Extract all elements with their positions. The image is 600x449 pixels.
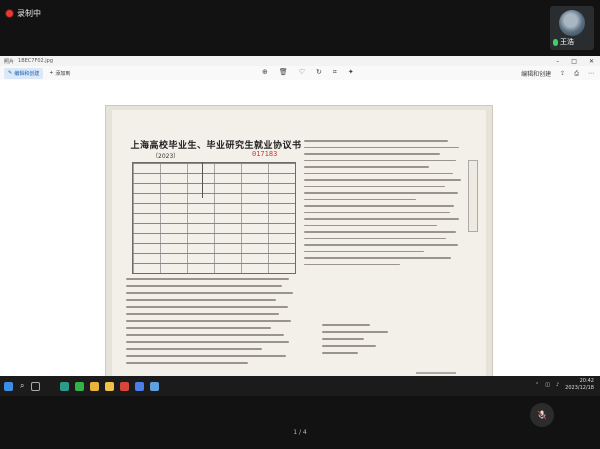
print-icon[interactable]: ⎙ (574, 70, 579, 78)
network-icon[interactable]: ◫ (545, 382, 550, 388)
page-indicator: 1 / 4 (293, 429, 307, 436)
participant-avatar (559, 10, 585, 36)
document-serial-number: 017183 (252, 150, 278, 158)
favorite-icon[interactable]: ♡ (299, 68, 305, 77)
clock[interactable]: 20:42 2023/12/18 (565, 378, 594, 392)
left-clauses-text (126, 278, 296, 369)
add-to-button[interactable]: + 添加到 (49, 70, 70, 77)
recording-indicator: 录制中 (6, 8, 41, 19)
microphone-icon (553, 38, 558, 46)
wechat-icon[interactable] (75, 381, 85, 391)
volume-icon[interactable]: ♪ (556, 382, 559, 388)
image-canvas: 上海高校毕业生、毕业研究生就业协议书 （2023） 017183 (0, 80, 600, 392)
enhance-icon[interactable]: ✦ (348, 68, 354, 77)
participant-video-tile[interactable]: 王浩 (550, 6, 594, 50)
explorer-icon[interactable] (105, 381, 115, 391)
participant-name: 王浩 (560, 38, 574, 46)
task-view-icon[interactable] (31, 381, 41, 391)
document-footer (416, 372, 456, 374)
maximize-icon[interactable]: □ (571, 58, 577, 65)
file-name: 1BEC7F02.jpg (18, 58, 54, 64)
record-dot-icon (6, 10, 13, 17)
clock-date: 2023/12/18 (565, 385, 594, 391)
taskbar: ⌕ ⌃ ◫ ♪ 20:42 2023/12/18 (0, 376, 600, 396)
close-icon[interactable]: ✕ (589, 58, 594, 65)
photos-app-icon[interactable] (150, 381, 160, 391)
edit-create-menu[interactable]: 编辑和创建 (521, 69, 551, 78)
start-icon[interactable] (4, 381, 13, 391)
meeting-app-icon[interactable] (135, 381, 145, 391)
zoom-in-icon[interactable]: ⊕ (262, 68, 268, 77)
share-icon[interactable]: ⇪ (560, 70, 565, 77)
clock-time: 20:42 (579, 378, 594, 384)
document-title: 上海高校毕业生、毕业研究生就业协议书 (130, 141, 302, 151)
edit-create-button[interactable]: ✎ 编辑和创建 (4, 67, 44, 79)
signature-section (322, 324, 442, 359)
pencil-icon: ✎ (8, 70, 13, 76)
recording-label: 录制中 (17, 9, 41, 18)
app-icon[interactable] (120, 381, 130, 391)
rotate-icon[interactable]: ↻ (316, 68, 322, 77)
toolbar-right: 编辑和创建 ⇪ ⎙ ⋯ (521, 69, 594, 79)
right-clauses-text (304, 140, 464, 270)
plus-icon: + (49, 70, 54, 76)
more-icon[interactable]: ⋯ (588, 70, 594, 77)
app-name: 照片 (4, 58, 15, 65)
document-year: （2023） (152, 153, 180, 160)
system-tray: ⌃ ◫ ♪ 20:42 2023/12/18 (535, 378, 594, 392)
crop-icon[interactable]: ⌗ (333, 68, 337, 77)
microphone-muted-icon (537, 410, 547, 420)
minimize-icon[interactable]: – (556, 58, 559, 65)
table-right-block (202, 162, 295, 198)
viewer-actions: ⊕ 🗑 ♡ ↻ ⌗ ✦ (262, 68, 354, 77)
delete-icon[interactable]: 🗑 (279, 68, 288, 77)
mute-button[interactable] (530, 403, 554, 427)
side-stamp-strip (468, 160, 478, 232)
participant-name-tag: 王浩 (553, 37, 574, 47)
document-page: 上海高校毕业生、毕业研究生就业协议书 （2023） 017183 (112, 110, 486, 386)
photo-viewer-window: 照片 1BEC7F02.jpg – □ ✕ ✎ 编辑和创建 + 添加到 ⊕ 🗑 … (0, 56, 600, 392)
photographed-document: 上海高校毕业生、毕业研究生就业协议书 （2023） 017183 (106, 106, 492, 392)
search-icon[interactable]: ⌕ (20, 381, 24, 391)
window-titlebar: 照片 1BEC7F02.jpg – □ ✕ (0, 56, 600, 66)
viewer-toolbar: ✎ 编辑和创建 + 添加到 ⊕ 🗑 ♡ ↻ ⌗ ✦ 编辑和创建 ⇪ ⎙ ⋯ (0, 66, 600, 81)
edge-icon[interactable] (60, 381, 70, 391)
tray-up-icon[interactable]: ⌃ (535, 382, 539, 388)
chrome-icon[interactable] (90, 381, 100, 391)
